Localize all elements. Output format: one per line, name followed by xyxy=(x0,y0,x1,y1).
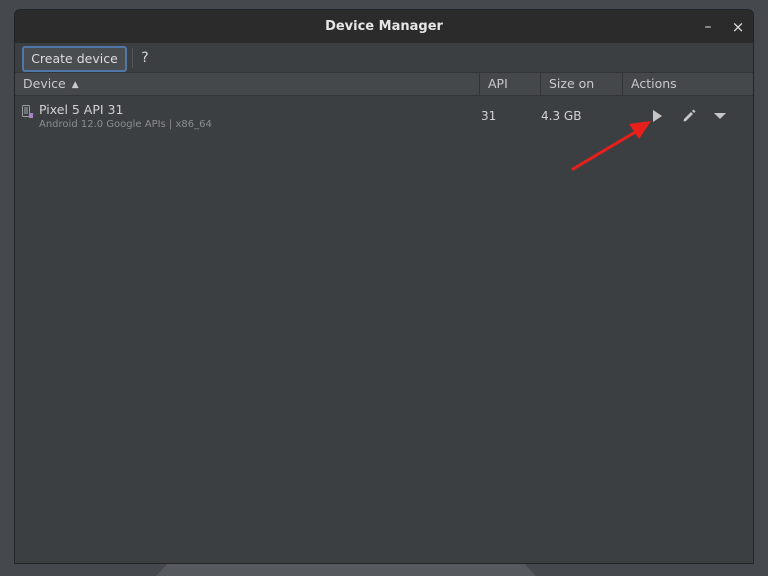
minimize-button[interactable]: – xyxy=(697,16,719,38)
column-header-actions-label: Actions xyxy=(631,76,677,91)
play-icon[interactable] xyxy=(649,108,665,124)
table-header: Device ▲ API Size on Disk Actions xyxy=(15,72,753,113)
column-header-api[interactable]: API xyxy=(480,73,541,95)
close-button[interactable]: × xyxy=(727,16,749,38)
pencil-icon[interactable] xyxy=(681,108,697,124)
device-name: Pixel 5 API 31 xyxy=(39,102,124,117)
toolbar: Create device ? xyxy=(15,43,753,72)
sort-ascending-icon: ▲ xyxy=(71,80,79,90)
column-header-size[interactable]: Size on Disk xyxy=(541,73,623,113)
column-header-device-label: Device xyxy=(23,76,66,91)
caret-down-icon[interactable] xyxy=(712,108,728,124)
window-title: Device Manager xyxy=(325,19,443,34)
device-manager-window: Device Manager – × Create device ? Devic… xyxy=(14,9,754,564)
column-header-api-label: API xyxy=(488,76,508,91)
device-size-on-disk: 4.3 GB xyxy=(541,109,582,123)
create-device-button[interactable]: Create device xyxy=(22,46,127,72)
toolbar-separator xyxy=(132,48,133,68)
table-row[interactable]: Pixel 5 API 31 Android 12.0 Google APIs … xyxy=(15,96,753,136)
title-bar[interactable]: Device Manager – × xyxy=(15,10,753,43)
column-header-actions[interactable]: Actions xyxy=(623,73,753,95)
device-api-level: 31 xyxy=(481,109,497,123)
device-details: Android 12.0 Google APIs | x86_64 xyxy=(39,119,212,130)
help-button[interactable]: ? xyxy=(136,47,154,69)
column-header-device[interactable]: Device ▲ xyxy=(15,73,480,95)
phone-icon xyxy=(22,105,33,118)
